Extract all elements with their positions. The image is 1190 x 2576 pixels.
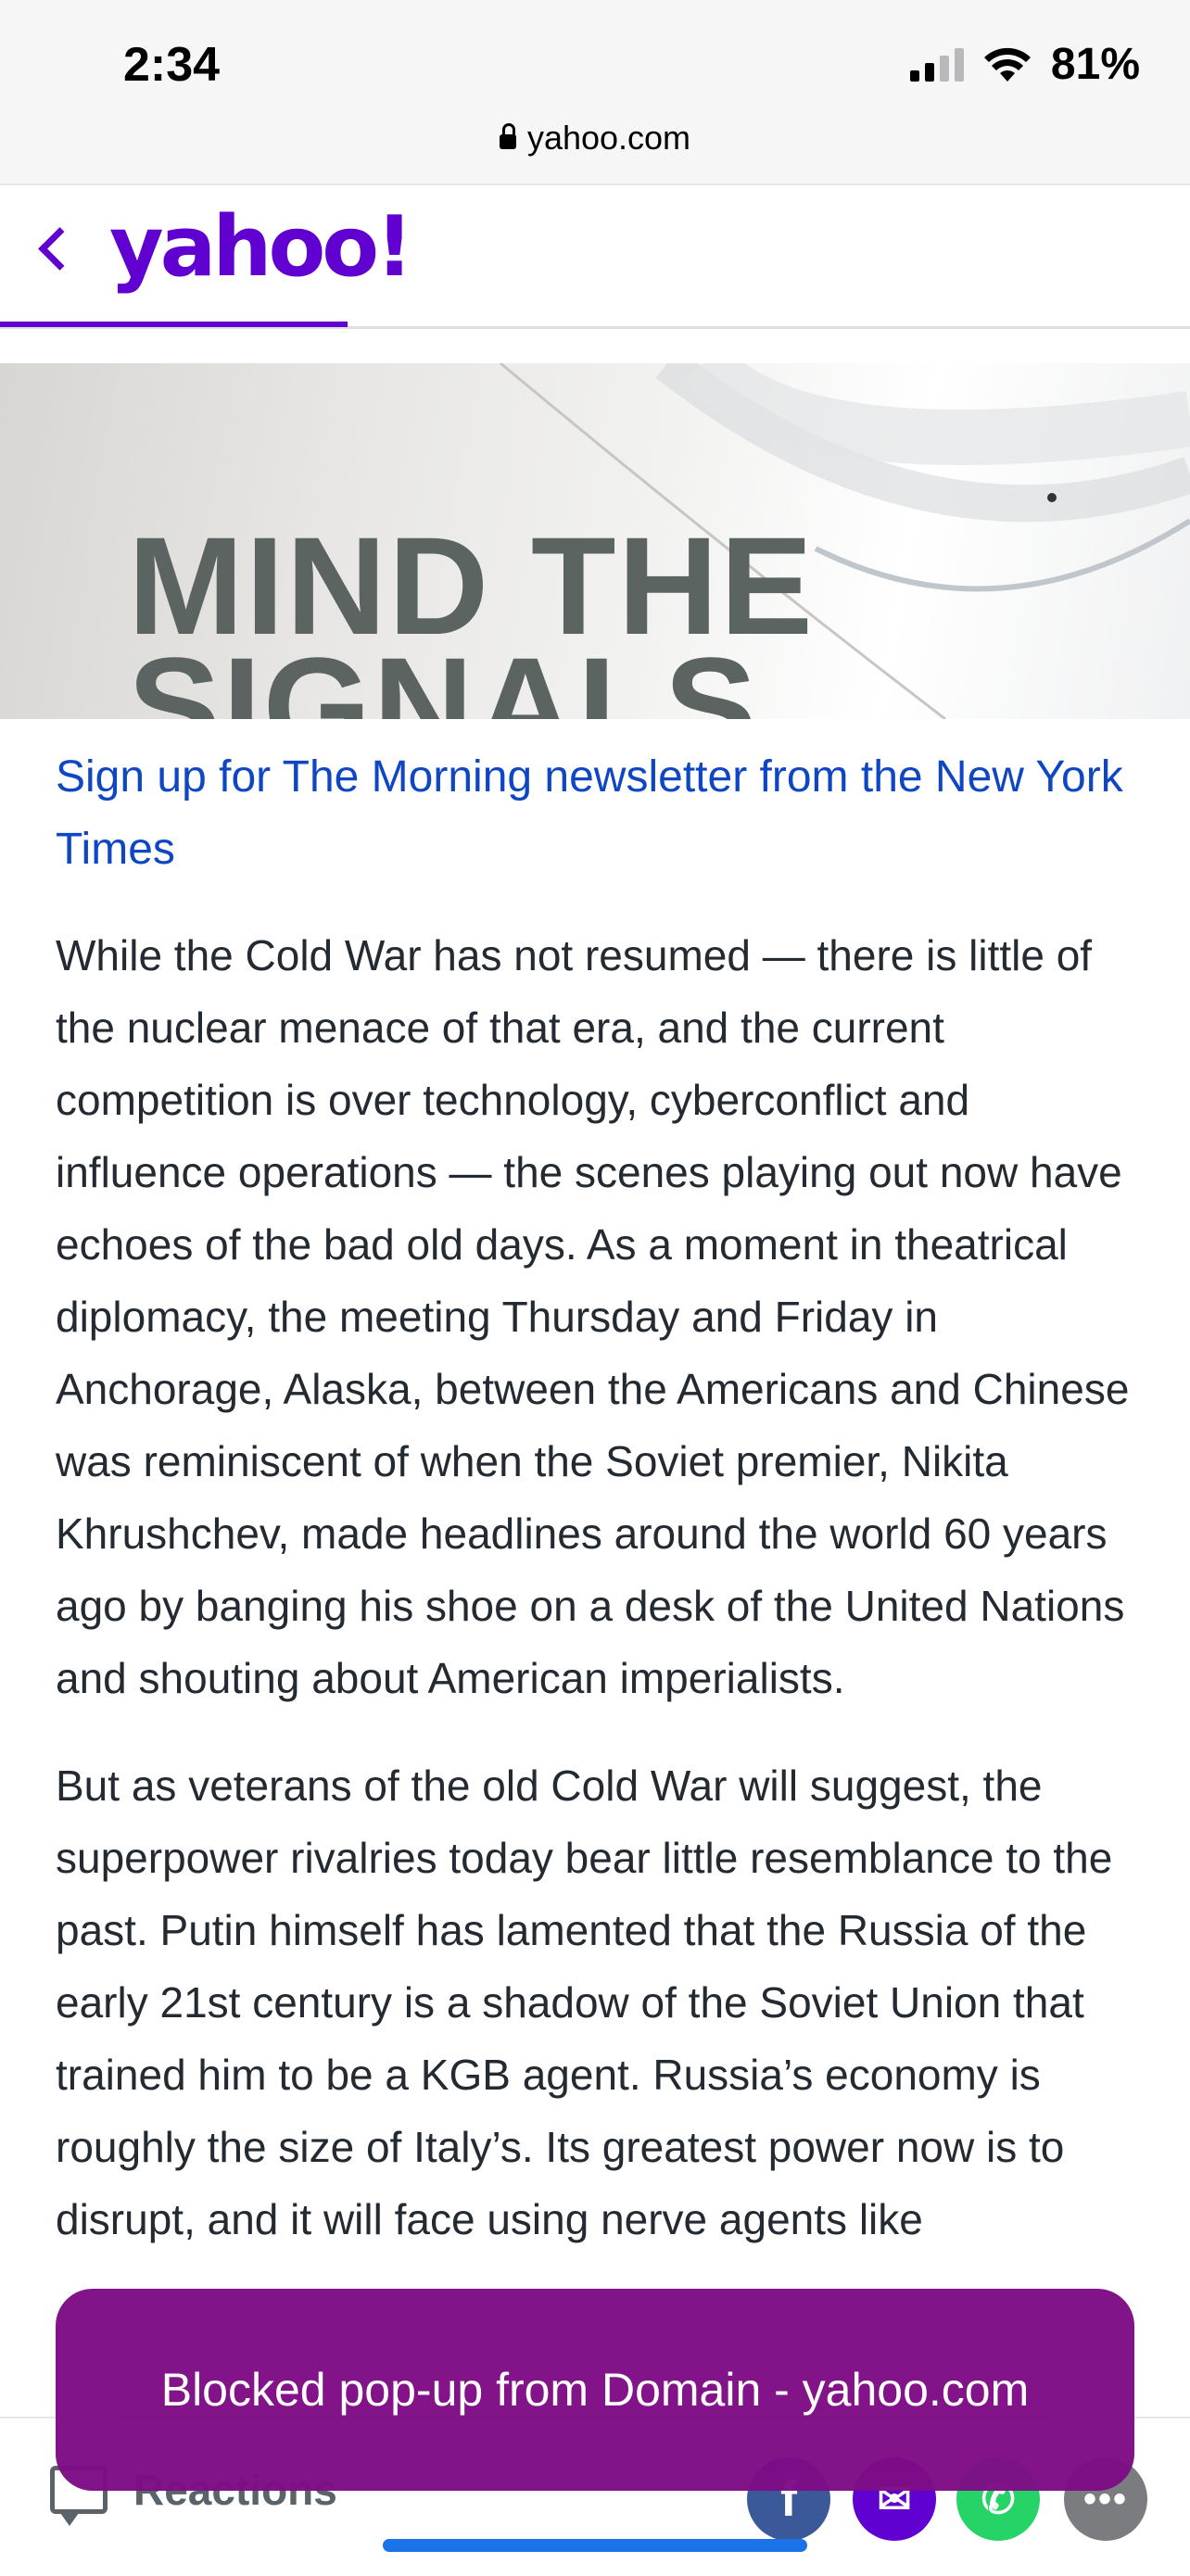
article-paragraph: While the Cold War has not resumed — the…	[56, 931, 1130, 1702]
article-body: Sign up for The Morning newsletter from …	[56, 741, 1140, 2291]
back-chevron-icon[interactable]	[38, 227, 82, 271]
url-text: yahoo.com	[526, 119, 691, 157]
blocked-popup-toast[interactable]: Blocked pop-up from Domain - yahoo.com	[56, 2289, 1134, 2491]
newsletter-signup-link[interactable]: Sign up for The Morning newsletter from …	[56, 741, 1140, 886]
hero-image: MIND THE SIGNALS	[0, 363, 1190, 719]
hero-title: MIND THE SIGNALS	[128, 516, 815, 719]
hero-title-line2: SIGNALS	[128, 628, 759, 719]
article-paragraph: But as veterans of the old Cold War will…	[56, 1762, 1113, 2243]
status-bar: 2:34 81% yahoo.com	[0, 0, 1190, 185]
status-icons: 81%	[909, 39, 1140, 90]
site-header: yahoo!	[0, 185, 1190, 329]
battery-percentage: 81%	[1050, 40, 1140, 89]
address-bar[interactable]: yahoo.com	[0, 119, 1190, 158]
status-time: 2:34	[123, 38, 221, 92]
home-indicator[interactable]	[383, 2539, 807, 2552]
wifi-icon	[983, 47, 1031, 82]
popup-message: Blocked pop-up from Domain - yahoo.com	[160, 2364, 1030, 2416]
cellular-signal-icon	[909, 47, 964, 82]
yahoo-logo[interactable]: yahoo!	[109, 198, 413, 296]
nav-active-indicator	[0, 322, 348, 327]
lock-icon	[499, 123, 516, 149]
